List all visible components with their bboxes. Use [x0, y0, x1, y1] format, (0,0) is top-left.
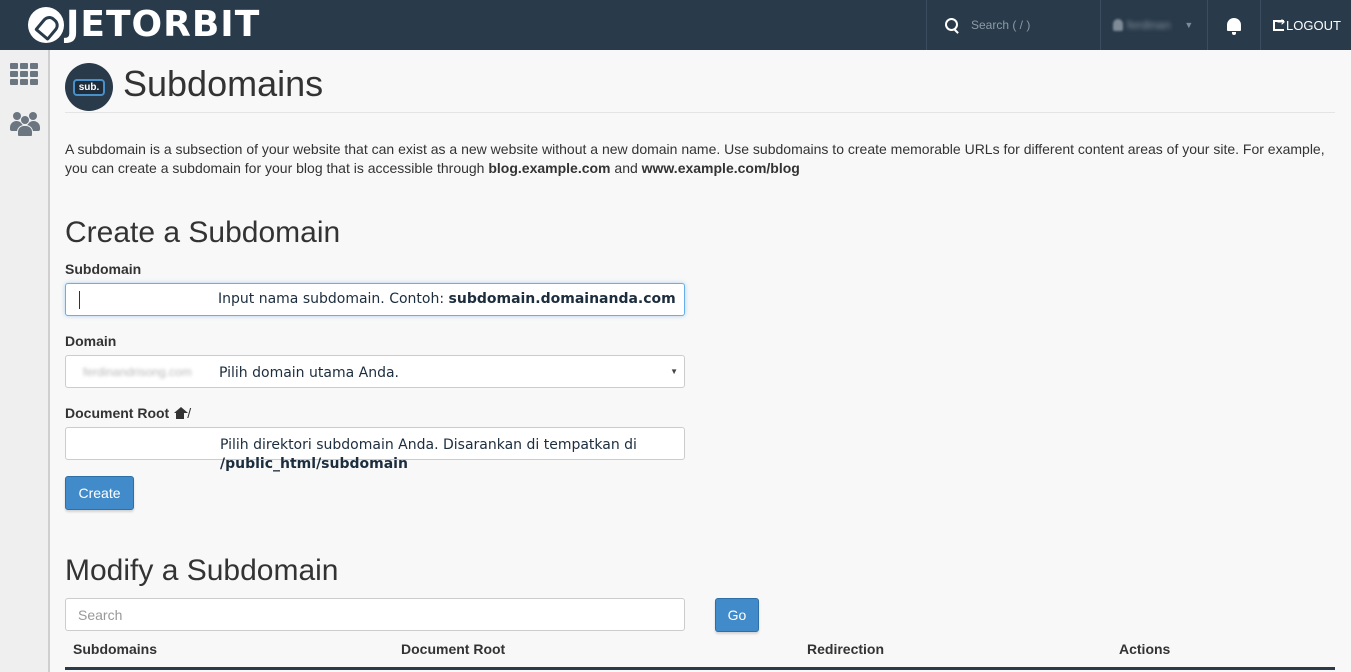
logo-text: JETORBIT	[66, 4, 261, 45]
page-title: Subdomains	[123, 63, 324, 104]
description-example-2: www.example.com/blog	[641, 160, 800, 176]
subdomain-badge-text: sub.	[72, 78, 106, 96]
description-example-1: blog.example.com	[488, 160, 611, 176]
chevron-down-icon: ▼	[1184, 20, 1194, 30]
rocket-icon	[28, 7, 64, 43]
chevron-down-icon: ▼	[670, 367, 678, 376]
column-document-root[interactable]: Document Root	[401, 641, 505, 657]
page-header: sub. Subdomains	[65, 63, 1335, 113]
create-heading: Create a Subdomain	[65, 216, 341, 249]
domain-value: ferdinandrisong.com	[83, 365, 192, 379]
docroot-label: Document Root /	[65, 405, 192, 421]
top-navbar: JETORBIT ferdinan ▼ LOGOUT	[0, 0, 1351, 50]
subdomain-input[interactable]: Input nama subdomain. Contoh: subdomain.…	[65, 283, 685, 316]
subdomain-label: Subdomain	[65, 261, 142, 277]
user-icon	[1113, 19, 1123, 31]
logout-label: LOGOUT	[1286, 17, 1341, 33]
page-description: A subdomain is a subsection of your webs…	[65, 140, 1335, 178]
column-redirection[interactable]: Redirection	[807, 641, 884, 657]
apps-grid-icon[interactable]	[10, 63, 38, 85]
create-button[interactable]: Create	[65, 476, 134, 510]
notifications-button[interactable]	[1207, 0, 1260, 50]
search-icon	[945, 17, 960, 33]
top-search	[926, 0, 1101, 50]
description-and: and	[610, 160, 642, 176]
table-header-rule	[65, 667, 1335, 670]
left-sidebar	[0, 50, 50, 672]
subdomain-icon: sub.	[65, 63, 113, 111]
modify-heading: Modify a Subdomain	[65, 554, 339, 587]
subdomain-search-input[interactable]	[65, 598, 685, 631]
column-subdomains[interactable]: Subdomains	[73, 641, 157, 657]
domain-label: Domain	[65, 333, 117, 349]
docroot-hint: Pilih direktori subdomain Anda. Disarank…	[220, 437, 637, 472]
subdomain-hint: Input nama subdomain. Contoh: subdomain.…	[218, 291, 676, 307]
logout-button[interactable]: LOGOUT	[1260, 0, 1351, 50]
column-actions: Actions	[1119, 641, 1171, 657]
jetorbit-logo[interactable]: JETORBIT	[28, 6, 260, 44]
user-menu[interactable]: ferdinan ▼	[1100, 0, 1207, 50]
bell-icon	[1227, 17, 1241, 35]
username: ferdinan	[1127, 18, 1171, 32]
go-button[interactable]: Go	[715, 598, 759, 632]
domain-select[interactable]: ferdinandrisong.com Pilih domain utama A…	[65, 355, 685, 388]
logout-icon	[1273, 17, 1285, 31]
users-icon[interactable]	[10, 108, 40, 138]
domain-hint: Pilih domain utama Anda.	[219, 365, 399, 381]
text-cursor	[79, 291, 80, 309]
top-search-input[interactable]	[971, 18, 1091, 32]
home-icon	[173, 407, 189, 419]
